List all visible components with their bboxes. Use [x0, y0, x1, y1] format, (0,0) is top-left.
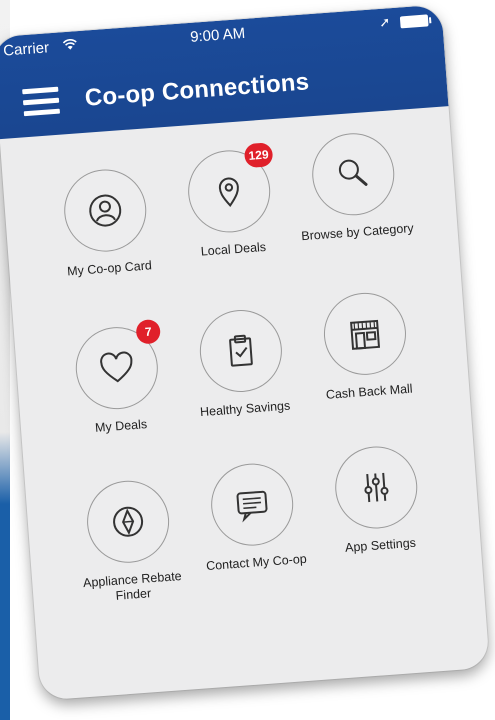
hamburger-menu-icon[interactable]: [22, 86, 61, 118]
tile-circle[interactable]: [196, 307, 285, 395]
top-bar: Carrier 9:00 AM ➚ Co-op Connections: [0, 4, 449, 140]
tile-cash-back-mall[interactable]: Cash Back Mall: [297, 288, 434, 404]
battery-icon: [399, 14, 429, 29]
clipboard-check-icon: [229, 334, 253, 367]
tile-circle[interactable]: [332, 443, 421, 532]
search-icon: [338, 159, 368, 186]
chat-icon: [236, 490, 268, 523]
tile-healthy-savings[interactable]: Healthy Savings: [173, 305, 310, 421]
tile-circle[interactable]: [321, 289, 409, 378]
status-time: 9:00 AM: [189, 24, 246, 46]
tile-label: My Deals: [94, 417, 148, 435]
phone-screen: Carrier 9:00 AM ➚ Co-op Connections My C…: [0, 4, 490, 701]
heart-icon: [100, 351, 133, 383]
tile-my-coop-card[interactable]: My Co-op Card: [37, 165, 174, 281]
tile-circle[interactable]: [84, 477, 172, 566]
tile-appliance-rebate-finder[interactable]: Appliance Rebate Finder: [60, 476, 199, 607]
tile-circle[interactable]: [61, 166, 150, 255]
tile-label: Cash Back Mall: [325, 381, 414, 402]
location-pin-icon: [218, 177, 239, 207]
tile-label: Healthy Savings: [199, 398, 291, 420]
feature-grid: My Co-op Card 129 Local Deals Browse by …: [3, 130, 452, 603]
tile-label: Contact My Co-op: [205, 551, 308, 574]
tile-circle[interactable]: 129: [185, 142, 274, 236]
notification-badge: 129: [243, 142, 274, 169]
tile-circle[interactable]: [208, 460, 297, 549]
location-arrow-icon: ➚: [378, 14, 391, 30]
tile-local-deals[interactable]: 129 Local Deals: [161, 142, 298, 262]
notification-badge: 7: [135, 318, 162, 345]
sliders-icon: [364, 472, 389, 503]
tile-label: My Co-op Card: [66, 258, 153, 279]
tile-label: Appliance Rebate Finder: [82, 568, 183, 603]
user-icon: [89, 194, 122, 227]
compass-icon: [113, 506, 144, 537]
tile-circle[interactable]: [309, 130, 398, 219]
tile-app-settings[interactable]: App Settings: [308, 442, 445, 558]
tile-label: App Settings: [344, 535, 417, 555]
status-bar: Carrier 9:00 AM ➚: [0, 8, 443, 61]
tile-label: Local Deals: [200, 239, 267, 259]
tile-contact-my-coop[interactable]: Contact My Co-op: [184, 459, 321, 575]
tile-browse-by-category[interactable]: Browse by Category: [285, 129, 422, 245]
app-title: Co-op Connections: [83, 68, 311, 112]
tile-circle[interactable]: 7: [72, 318, 162, 413]
tile-my-deals[interactable]: 7 My Deals: [49, 318, 186, 438]
storefront-icon: [350, 319, 381, 350]
tile-label: Browse by Category: [300, 221, 415, 244]
